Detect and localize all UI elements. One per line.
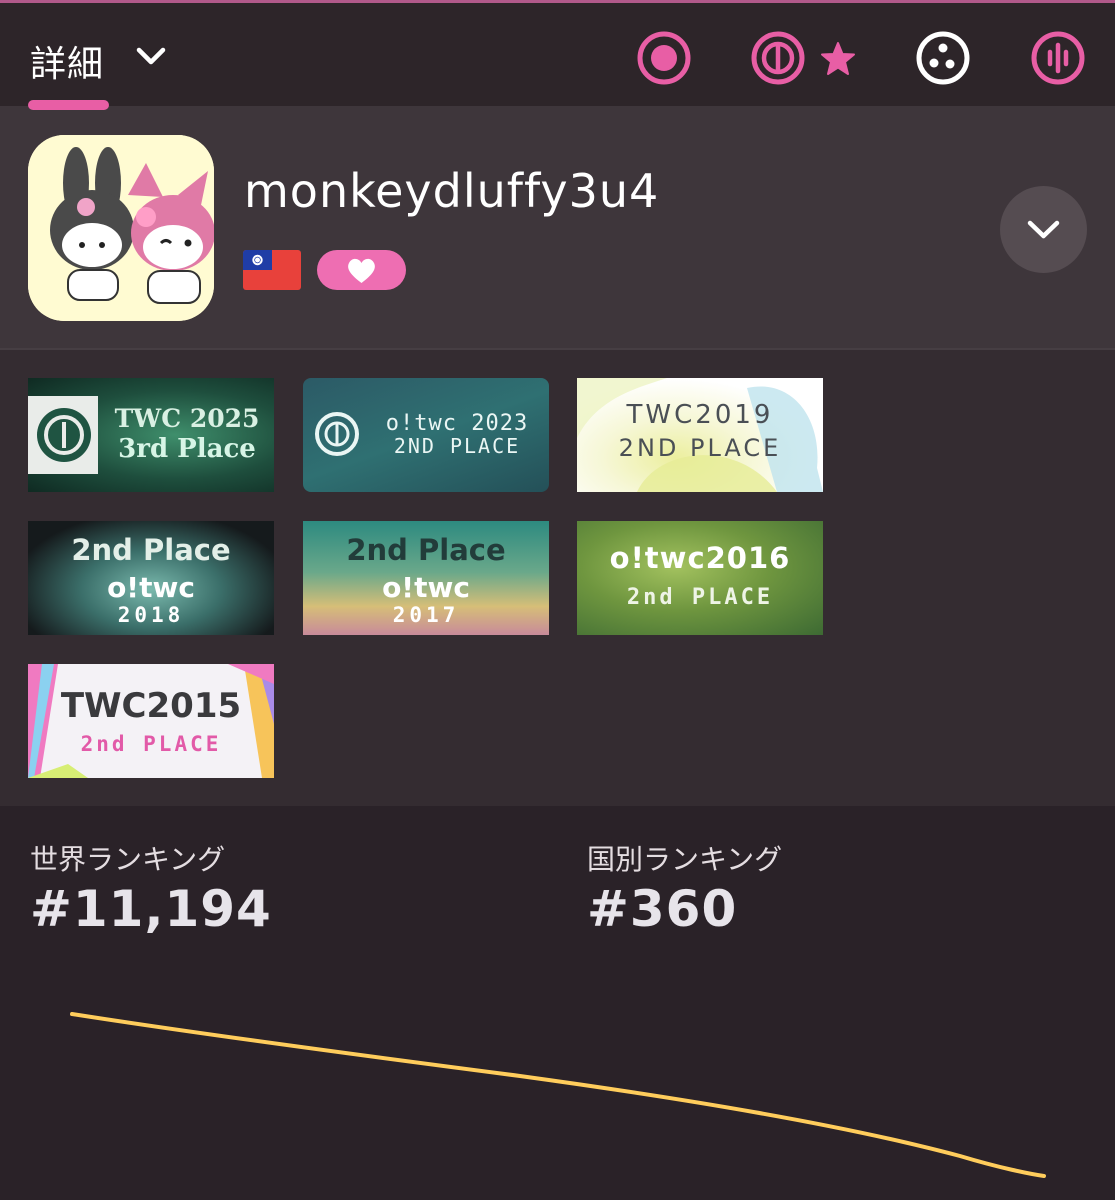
badge-twc-2015[interactable]: TWC2015 2nd PLACE bbox=[28, 664, 274, 778]
badge-year: 2018 bbox=[117, 603, 185, 627]
rankings-section: 世界ランキング #11,194 国別ランキング #360 bbox=[0, 806, 1115, 1200]
badge-twc-2019[interactable]: TWC2019 2ND PLACE bbox=[577, 378, 823, 492]
profile-header: monkeydluffy3u4 bbox=[0, 106, 1115, 350]
badge-subtitle: 2ND PLACE bbox=[618, 434, 782, 462]
supporter-badge[interactable] bbox=[317, 250, 406, 290]
badge-year: 2017 bbox=[392, 603, 460, 627]
badge-subtitle: 3rd Place bbox=[118, 434, 256, 464]
expand-profile-button[interactable] bbox=[1000, 186, 1087, 273]
osu-mania-icon[interactable] bbox=[1030, 30, 1086, 86]
badge-title: TWC 2025 bbox=[114, 404, 260, 433]
badge-subtitle: 2ND PLACE bbox=[393, 434, 521, 458]
badge-otwc-2016[interactable]: o!twc2016 2nd PLACE bbox=[577, 521, 823, 635]
badge-otwc-2018[interactable]: 2nd Place o!twc 2018 bbox=[28, 521, 274, 635]
badge-otwc-2017[interactable]: 2nd Place o!twc 2017 bbox=[303, 521, 549, 635]
osu-catch-icon[interactable] bbox=[915, 30, 971, 86]
chevron-down-icon[interactable] bbox=[134, 43, 168, 69]
avatar-illustration bbox=[28, 135, 214, 321]
badge-twc-2025[interactable]: TWC 2025 3rd Place bbox=[28, 378, 274, 492]
global-rank-label: 世界ランキング bbox=[30, 843, 226, 876]
global-rank-value: #11,194 bbox=[30, 880, 272, 938]
chevron-down-icon bbox=[1027, 220, 1060, 239]
osu-logo-icon bbox=[28, 396, 98, 474]
username[interactable]: monkeydluffy3u4 bbox=[244, 164, 659, 218]
osu-taiko-icon[interactable] bbox=[750, 30, 806, 86]
rank-history-line bbox=[70, 1012, 1046, 1178]
heart-icon bbox=[348, 258, 375, 283]
avatar[interactable] bbox=[28, 135, 214, 321]
badge-title: TWC2019 bbox=[626, 400, 774, 430]
country-rank-value: #360 bbox=[587, 880, 738, 938]
badge-subtitle: 2nd PLACE bbox=[626, 585, 774, 610]
badge-title: 2nd Place bbox=[346, 533, 506, 567]
badge-title: TWC2015 bbox=[60, 686, 242, 726]
badge-title: o!twc 2023 bbox=[385, 411, 529, 436]
badge-otwc-2023[interactable]: o!twc 2023 2ND PLACE bbox=[303, 378, 549, 492]
country-rank-label: 国別ランキング bbox=[587, 843, 783, 876]
osu-standard-icon[interactable] bbox=[636, 30, 692, 86]
active-tab-indicator bbox=[28, 100, 109, 110]
badge-subtitle: 2nd PLACE bbox=[80, 732, 222, 756]
osu-logo-icon bbox=[315, 412, 359, 456]
taiwan-flag-icon[interactable] bbox=[243, 250, 301, 290]
star-icon bbox=[821, 42, 855, 75]
badge-title: 2nd Place bbox=[71, 533, 231, 567]
tab-details[interactable]: 詳細 bbox=[30, 35, 104, 87]
rank-history-graph[interactable] bbox=[0, 996, 1115, 1200]
badge-title: o!twc2016 bbox=[609, 541, 791, 575]
badge-subtitle: o!twc bbox=[107, 571, 195, 604]
badge-subtitle: o!twc bbox=[382, 571, 470, 604]
badge-grid: TWC 2025 3rd Place o!twc 2023 2ND PLACE … bbox=[0, 350, 1115, 806]
top-bar: 詳細 bbox=[0, 0, 1115, 106]
